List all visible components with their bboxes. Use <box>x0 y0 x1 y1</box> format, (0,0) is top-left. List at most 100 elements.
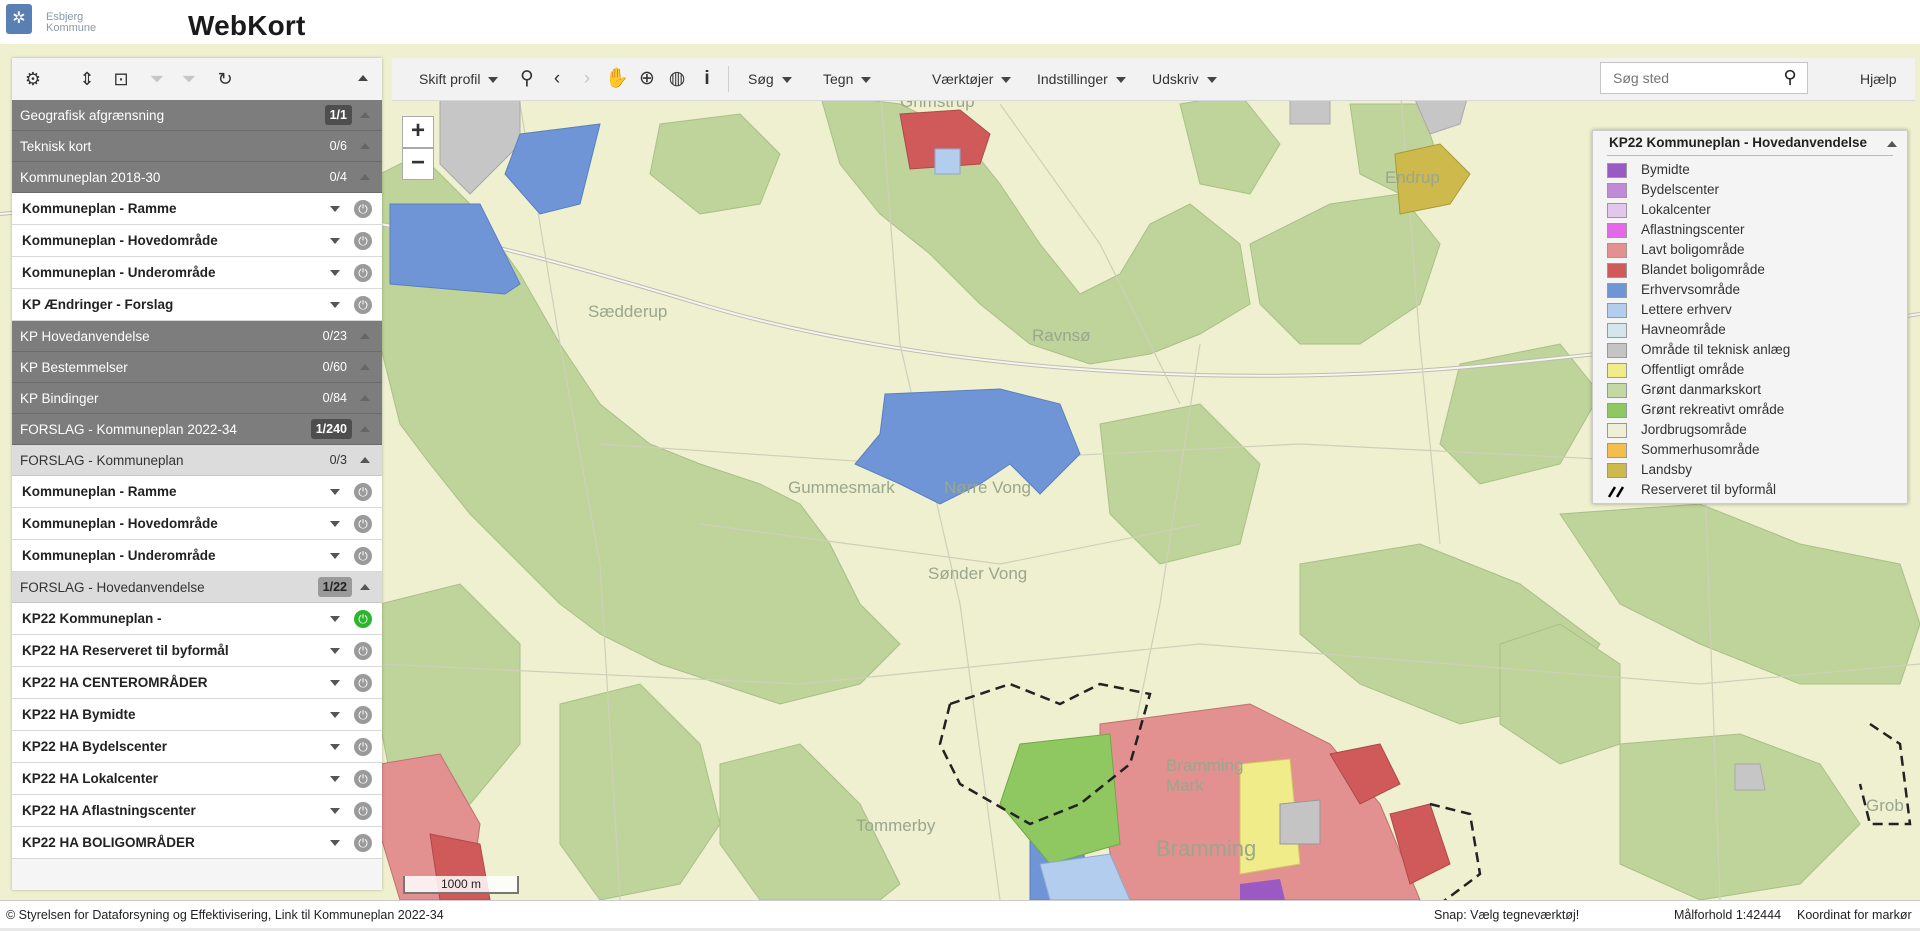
layer-group-header[interactable]: Geografisk afgrænsning 1/1 <box>12 100 382 131</box>
chevron-down-icon[interactable] <box>330 553 340 559</box>
power-toggle-icon[interactable]: ⏻ <box>354 706 372 724</box>
legend-swatch <box>1607 483 1627 498</box>
layer-item[interactable]: KP22 HA Bydelscenter ⏻ <box>12 731 382 763</box>
power-toggle-icon[interactable]: ⏻ <box>354 483 372 501</box>
layer-item[interactable]: Kommuneplan - Ramme ⏻ <box>12 476 382 508</box>
legend-label: Erhvervsområde <box>1641 282 1741 297</box>
chevron-down-icon[interactable] <box>330 840 340 846</box>
chevron-up-icon[interactable] <box>360 395 370 401</box>
zoom-out-button[interactable]: − <box>402 148 434 180</box>
info-icon[interactable]: i <box>695 67 719 91</box>
legend-swatch <box>1607 283 1627 298</box>
layer-item[interactable]: KP22 HA Lokalcenter ⏻ <box>12 763 382 795</box>
draw-menu[interactable]: Tegn <box>823 58 872 100</box>
search-zoom-icon[interactable]: ⚲ <box>515 67 539 91</box>
chevron-up-icon[interactable] <box>360 333 370 339</box>
filter-icon[interactable]: ⏷ <box>146 67 168 91</box>
layer-item[interactable]: KP22 HA CENTEROMRÅDER ⏻ <box>12 667 382 699</box>
layer-item[interactable]: KP22 HA Reserveret til byformål ⏻ <box>12 635 382 667</box>
legend-collapse-icon[interactable] <box>1887 141 1897 147</box>
power-toggle-icon[interactable]: ⏻ <box>354 802 372 820</box>
chevron-down-icon[interactable] <box>330 712 340 718</box>
map-toolbar: Skift profil ⚲ ‹ › ✋ ⊕ ◍ i Søg Tegn Værk… <box>392 58 1915 101</box>
layer-item[interactable]: KP Ændringer - Forslag ⏻ <box>12 289 382 321</box>
chevron-down-icon[interactable] <box>330 302 340 308</box>
chevron-up-icon[interactable] <box>360 457 370 463</box>
pan-hand-icon[interactable]: ✋ <box>605 67 629 91</box>
collapse-panel-icon[interactable] <box>358 75 368 81</box>
reset-icon[interactable]: ↻ <box>214 67 236 91</box>
layer-item[interactable]: Kommuneplan - Underområde ⏻ <box>12 540 382 572</box>
power-toggle-icon[interactable]: ⏻ <box>354 738 372 756</box>
power-toggle-icon[interactable]: ⏻ <box>354 296 372 314</box>
filter-clear-icon[interactable]: ⏷ <box>178 67 200 91</box>
layer-group-header[interactable]: KP Bestemmelser 0/60 <box>12 352 382 383</box>
settings-menu[interactable]: Indstillinger <box>1037 58 1126 100</box>
layer-label: KP22 HA Bydelscenter <box>22 739 168 754</box>
search-menu[interactable]: Søg <box>748 58 792 100</box>
chevron-up-icon[interactable] <box>360 143 370 149</box>
zoom-area-icon[interactable]: ⊕ <box>635 67 659 91</box>
power-toggle-icon[interactable]: ⏻ <box>354 232 372 250</box>
chevron-down-icon[interactable] <box>330 489 340 495</box>
chevron-up-icon[interactable] <box>360 112 370 118</box>
legend-swatch <box>1607 203 1627 218</box>
help-link[interactable]: Hjælp <box>1860 58 1897 100</box>
chevron-down-icon[interactable] <box>330 238 340 244</box>
layer-group-header[interactable]: Kommuneplan 2018-30 0/4 <box>12 162 382 193</box>
chevron-up-icon[interactable] <box>360 584 370 590</box>
power-toggle-icon[interactable]: ⏻ <box>354 642 372 660</box>
chevron-down-icon[interactable] <box>330 808 340 814</box>
layer-item[interactable]: KP22 HA Bymidte ⏻ <box>12 699 382 731</box>
layer-group-header[interactable]: FORSLAG - Kommuneplan 0/3 <box>12 445 382 476</box>
chevron-down-icon[interactable] <box>330 744 340 750</box>
zoom-in-button[interactable]: + <box>402 116 434 148</box>
power-toggle-icon[interactable]: ⏻ <box>354 674 372 692</box>
layer-label: KP22 HA CENTEROMRÅDER <box>22 675 208 690</box>
place-search-input[interactable] <box>1611 69 1775 87</box>
layer-group-header[interactable]: FORSLAG - Kommuneplan 2022-34 1/240 <box>12 414 382 445</box>
back-arrow-icon[interactable]: ‹ <box>545 67 569 91</box>
power-toggle-icon[interactable]: ⏻ <box>354 200 372 218</box>
expand-collapse-icon[interactable]: ⇕ <box>76 67 98 91</box>
chevron-down-icon[interactable] <box>330 776 340 782</box>
legend-label: Lokalcenter <box>1641 202 1711 217</box>
chevron-up-icon[interactable] <box>360 364 370 370</box>
switch-profile-menu[interactable]: Skift profil <box>419 58 499 100</box>
power-toggle-icon[interactable]: ⏻ <box>354 264 372 282</box>
chevron-down-icon[interactable] <box>330 616 340 622</box>
layer-group-header[interactable]: KP Bindinger 0/84 <box>12 383 382 414</box>
chevron-down-icon[interactable] <box>330 680 340 686</box>
chevron-down-icon[interactable] <box>330 648 340 654</box>
layer-item[interactable]: Kommuneplan - Hovedområde ⏻ <box>12 508 382 540</box>
layer-group-header[interactable]: FORSLAG - Hovedanvendelse 1/22 <box>12 572 382 603</box>
chevron-up-icon[interactable] <box>360 174 370 180</box>
layer-item[interactable]: KP22 HA Aflastningscenter ⏻ <box>12 795 382 827</box>
globe-icon[interactable]: ◍ <box>665 67 689 91</box>
tools-menu[interactable]: Værktøjer <box>932 58 1012 100</box>
power-toggle-icon[interactable]: ⏻ <box>354 515 372 533</box>
copyright-link[interactable]: © Styrelsen for Dataforsyning og Effekti… <box>6 901 444 929</box>
chevron-down-icon[interactable] <box>330 270 340 276</box>
layer-group-header[interactable]: KP Hovedanvendelse 0/23 <box>12 321 382 352</box>
chevron-down-icon[interactable] <box>330 206 340 212</box>
select-area-icon[interactable]: ⊡ <box>110 67 132 91</box>
layer-item[interactable]: Kommuneplan - Underområde ⏻ <box>12 257 382 289</box>
forward-arrow-icon[interactable]: › <box>575 67 599 91</box>
layer-group-header[interactable]: Teknisk kort 0/6 <box>12 131 382 162</box>
layer-label: KP Bindinger <box>20 391 99 406</box>
chevron-down-icon[interactable] <box>330 521 340 527</box>
layer-item[interactable]: Kommuneplan - Hovedområde ⏻ <box>12 225 382 257</box>
layer-item[interactable]: KP22 Kommuneplan - ⏻ <box>12 603 382 635</box>
legend-swatch <box>1607 183 1627 198</box>
gear-icon[interactable]: ⚙ <box>22 67 44 91</box>
power-toggle-icon[interactable]: ⏻ <box>354 610 372 628</box>
print-menu[interactable]: Udskriv <box>1152 58 1217 100</box>
layer-item[interactable]: Kommuneplan - Ramme ⏻ <box>12 193 382 225</box>
power-toggle-icon[interactable]: ⏻ <box>354 834 372 852</box>
layer-item[interactable]: KP22 HA BOLIGOMRÅDER ⏻ <box>12 827 382 859</box>
power-toggle-icon[interactable]: ⏻ <box>354 547 372 565</box>
search-icon[interactable]: ⚲ <box>1779 66 1801 88</box>
power-toggle-icon[interactable]: ⏻ <box>354 770 372 788</box>
chevron-up-icon[interactable] <box>360 426 370 432</box>
